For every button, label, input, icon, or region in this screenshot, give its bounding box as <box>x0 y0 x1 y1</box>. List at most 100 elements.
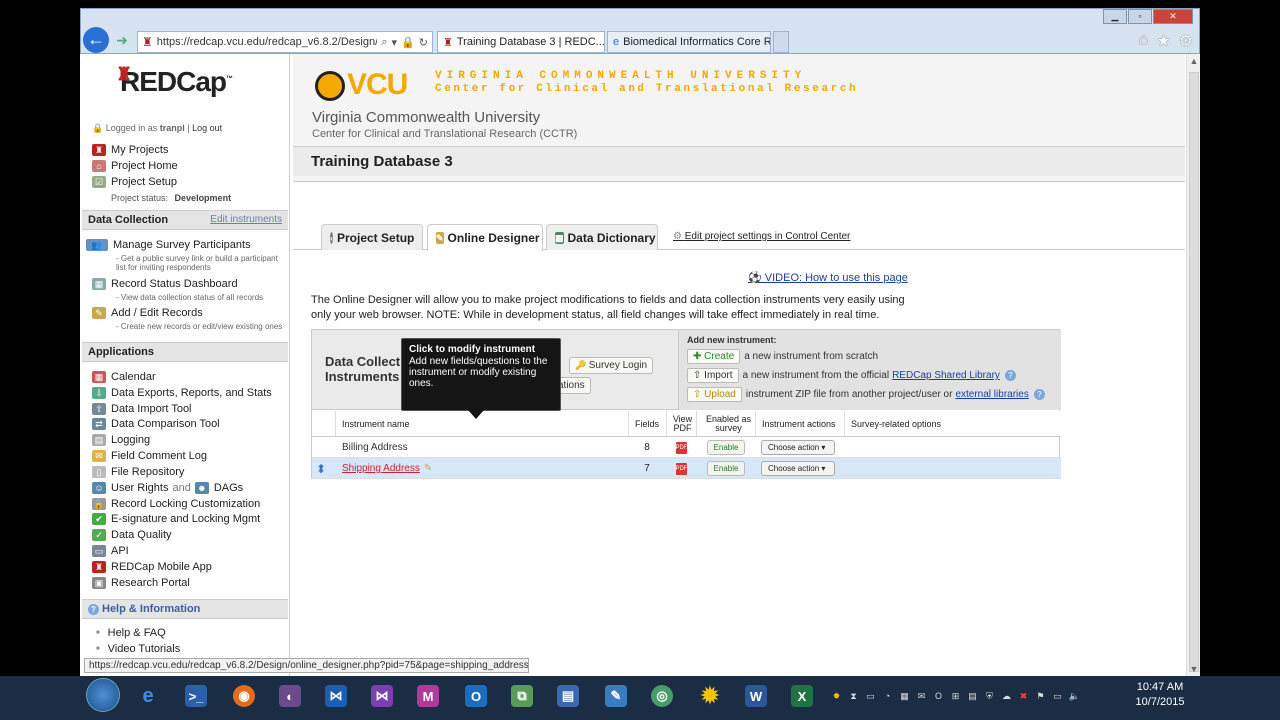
outlook-icon[interactable]: O <box>452 678 500 714</box>
tray-app-icon[interactable]: ▦ <box>898 690 911 703</box>
shared-library-link[interactable]: REDCap Shared Library <box>892 370 1000 381</box>
address-bar[interactable]: ♜ https://redcap.vcu.edu/redcap_v6.8.2/D… <box>137 31 433 53</box>
tray-app-icon[interactable]: ◔ <box>881 690 894 703</box>
tray-app-icon[interactable]: ⊞ <box>949 690 962 703</box>
search-icon[interactable]: ⌕ <box>381 36 387 49</box>
logout-link[interactable]: Log out <box>192 123 222 133</box>
tab-online-designer[interactable]: ✎ Online Designer <box>427 224 543 251</box>
video-link[interactable]: ⚽ VIDEO: How to use this page <box>748 271 908 284</box>
restore-icon[interactable]: ▫ <box>1128 9 1152 24</box>
page-scrollbar[interactable]: ▲ ▼ <box>1186 54 1200 676</box>
help-icon[interactable]: ? <box>1004 370 1016 381</box>
network-globe-icon[interactable]: ◎ <box>638 678 686 714</box>
forward-button[interactable]: ➜ <box>113 31 131 49</box>
internet-explorer-icon[interactable]: e <box>124 678 172 714</box>
clock[interactable]: 10:47 AM 10/7/2015 <box>1130 680 1190 710</box>
tray-shield-icon[interactable]: ⛨ <box>983 690 996 703</box>
back-button[interactable]: ← <box>83 27 109 53</box>
help-faq-link[interactable]: Help & FAQ <box>96 627 166 639</box>
paint-icon[interactable]: ✎ <box>592 678 640 714</box>
control-center-link[interactable]: Edit project settings in Control Center <box>673 231 851 242</box>
tab-project-setup[interactable]: ‹ Project Setup <box>321 224 423 250</box>
tray-outlook-icon[interactable]: O <box>932 690 945 703</box>
external-libraries-link[interactable]: external libraries <box>955 389 1028 400</box>
sidebar-item-data-quality[interactable]: ✓ Data Quality <box>92 529 172 541</box>
scrollbar-thumb[interactable] <box>1189 72 1199 672</box>
sidebar-item-data-import-tool[interactable]: ⇧ Data Import Tool <box>92 403 192 415</box>
tab-data-dictionary[interactable]: ▦ Data Dictionary <box>546 224 658 250</box>
tray-app-icon[interactable]: ▤ <box>966 690 979 703</box>
windows-start-icon[interactable] <box>86 678 120 712</box>
tray-app-icon[interactable]: ▭ <box>864 690 877 703</box>
help-icon[interactable]: ? <box>1033 389 1045 400</box>
sidebar-item-user-rights[interactable]: ☺ User Rights and ☻ DAGs <box>92 482 243 494</box>
sidebar-item-calendar[interactable]: ▦ Calendar <box>92 371 156 383</box>
sidebar-item-logging[interactable]: ▤ Logging <box>92 434 150 446</box>
instrument-name-shipping[interactable]: Shipping Address ✎ <box>342 458 622 479</box>
tray-monitor-icon[interactable]: ▭ <box>1051 690 1064 703</box>
gear-app-icon[interactable]: ✹ <box>686 678 734 714</box>
tray-app-icon[interactable]: ✹ <box>830 690 843 703</box>
video-tutorials-link[interactable]: Video Tutorials <box>96 643 181 655</box>
excel-icon[interactable]: X <box>778 678 826 714</box>
sidebar-item-manage-survey-participants[interactable]: 👥 Manage Survey Participants <box>86 239 251 251</box>
remote-desktop-icon[interactable]: ▤ <box>544 678 592 714</box>
visual-studio-purple-icon[interactable]: ⋈ <box>358 678 406 714</box>
tray-app-icon[interactable]: ☁ <box>1000 690 1013 703</box>
sidebar-item-project-setup[interactable]: ☑ Project Setup <box>92 176 177 188</box>
pdf-icon[interactable]: PDF <box>666 437 696 458</box>
tray-volume-icon[interactable]: 🔈 <box>1068 690 1081 703</box>
sidebar-item-file-repository[interactable]: ▯ File Repository <box>92 466 184 478</box>
refresh-icon[interactable]: ↻ <box>419 36 428 49</box>
sidebar-item-record-locking[interactable]: 🔒 Record Locking Customization <box>92 498 260 510</box>
survey-login-button[interactable]: Survey Login <box>569 357 654 374</box>
dropdown-icon[interactable]: ▾ <box>392 36 398 49</box>
sidebar-item-field-comment-log[interactable]: ✉ Field Comment Log <box>92 450 207 462</box>
choose-action-select[interactable]: Choose action ▾ <box>761 440 835 455</box>
create-button[interactable]: ✚ Create <box>687 349 741 364</box>
choose-action-select[interactable]: Choose action ▾ <box>761 461 835 476</box>
tray-mail-icon[interactable]: ✉ <box>915 690 928 703</box>
firefox-icon[interactable]: ◉ <box>220 678 268 714</box>
copy-tool-icon[interactable]: ⧉ <box>498 678 546 714</box>
browser-tab[interactable]: e Biomedical Informatics Core R... <box>607 31 771 53</box>
scroll-up-icon[interactable]: ▲ <box>1187 56 1201 66</box>
tray-app-icon[interactable]: ✖ <box>1017 690 1030 703</box>
sidebar-item-my-projects[interactable]: ♜ My Projects <box>92 144 168 156</box>
home-icon[interactable]: ⌂ <box>1139 31 1149 51</box>
sidebar-item-api[interactable]: ▭ API <box>92 545 129 557</box>
import-button[interactable]: ⇧ Import <box>687 368 739 383</box>
sidebar-item-add-edit-records[interactable]: ✎ Add / Edit Records <box>92 307 203 319</box>
github-icon[interactable]: ◐ <box>266 678 314 714</box>
drag-handle-icon[interactable]: ⬍ <box>316 458 330 479</box>
sidebar-item-data-exports[interactable]: ⇩ Data Exports, Reports, and Stats <box>92 387 272 399</box>
close-window-icon[interactable]: ✕ <box>1153 9 1193 24</box>
sidebar-item-esignature[interactable]: ✔ E-signature and Locking Mgmt <box>92 513 260 525</box>
scroll-down-icon[interactable]: ▼ <box>1187 664 1201 674</box>
upload-button[interactable]: ⇧ Upload <box>687 387 742 402</box>
lock-icon[interactable]: 🔒 <box>401 36 415 49</box>
instrument-link[interactable]: Shipping Address <box>342 463 420 474</box>
edit-instruments-link[interactable]: Edit instruments <box>210 214 282 225</box>
instrument-name-billing[interactable]: Billing Address <box>342 437 622 458</box>
enable-button[interactable]: Enable <box>706 461 746 476</box>
sidebar-item-mobile-app[interactable]: ♜ REDCap Mobile App <box>92 561 212 573</box>
app-icon[interactable]: M <box>404 678 452 714</box>
tray-flag-icon[interactable]: ⚑ <box>1034 690 1047 703</box>
dags-link[interactable]: DAGs <box>214 482 243 494</box>
minimize-icon[interactable]: ▁ <box>1103 9 1127 24</box>
enable-button[interactable]: Enable <box>706 440 746 455</box>
sidebar-item-data-comparison-tool[interactable]: ⇄ Data Comparison Tool <box>92 418 220 430</box>
sidebar-item-research-portal[interactable]: ▣ Research Portal <box>92 577 190 589</box>
pencil-icon[interactable]: ✎ <box>424 463 432 474</box>
sidebar-item-project-home[interactable]: ⌂ Project Home <box>92 160 178 172</box>
tray-app-icon[interactable]: ⧗ <box>847 690 860 703</box>
favorites-star-icon[interactable]: ★ <box>1156 31 1170 51</box>
visual-studio-icon[interactable]: ⋈ <box>312 678 360 714</box>
gear-icon[interactable]: ⚙ <box>1179 31 1193 51</box>
vcu-logo[interactable]: VCU <box>315 68 408 102</box>
new-tab-button[interactable] <box>773 31 789 53</box>
powershell-icon[interactable]: >_ <box>172 678 220 714</box>
pdf-icon[interactable]: PDF <box>666 458 696 479</box>
word-icon[interactable]: W <box>732 678 780 714</box>
